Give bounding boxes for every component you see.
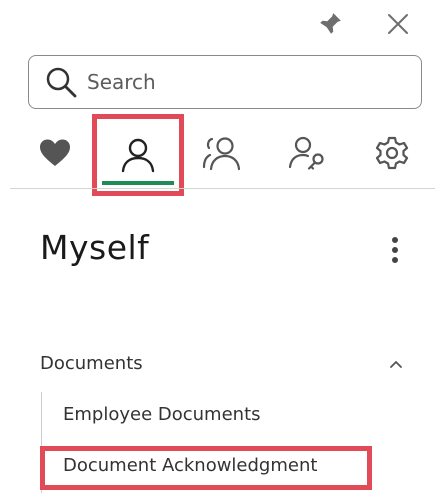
heart-icon [39,138,71,168]
section-documents-title[interactable]: Documents [40,353,143,374]
search-field[interactable] [28,55,422,109]
search-input[interactable] [87,70,387,94]
nav-item-employee-documents[interactable]: Employee Documents [63,404,261,425]
tab-settings[interactable] [366,118,418,188]
chevron-up-icon[interactable] [384,352,408,376]
gear-icon [375,136,409,170]
pin-icon[interactable] [310,6,350,42]
close-icon[interactable] [378,6,418,42]
search-icon [41,62,81,102]
tab-favorites[interactable] [30,118,80,188]
more-options-icon[interactable] [380,230,410,270]
tab-divider [10,188,435,189]
tab-access[interactable] [282,118,334,188]
nav-item-document-acknowledgment[interactable]: Document Acknowledgment [63,455,317,476]
person-icon [120,137,156,173]
active-tab-indicator [102,181,174,185]
people-icon [202,135,242,171]
person-key-icon [288,135,328,171]
tab-team[interactable] [196,118,248,188]
page-title: Myself [40,228,150,267]
